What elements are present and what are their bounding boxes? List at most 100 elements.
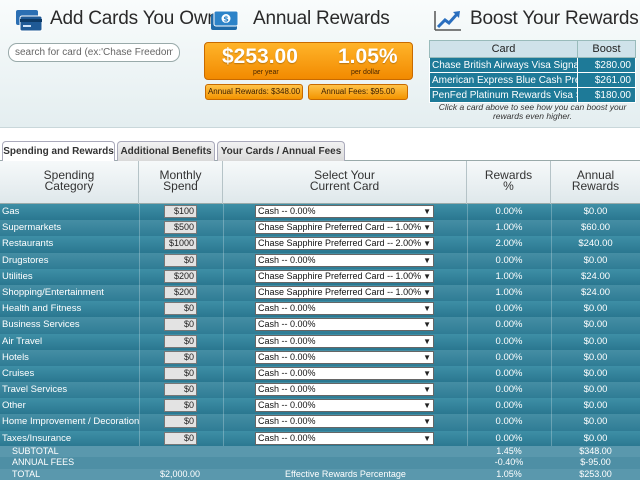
monthly-spend-input[interactable]: $0 xyxy=(164,350,197,364)
annual-rewards: $60.00 xyxy=(580,222,611,234)
boost-row[interactable]: Chase British Airways Visa Signature $28… xyxy=(429,57,636,73)
monthly-spend-input[interactable]: $1000 xyxy=(164,237,197,251)
tab-cards-fees[interactable]: Your Cards / Annual Fees xyxy=(217,141,345,161)
category-label: Drugstores xyxy=(2,254,49,266)
table-row: Shopping/Entertainment $200 Chase Sapphire… xyxy=(0,284,640,302)
rewards-pct: 0.00% xyxy=(495,400,523,412)
table-row: Taxes/Insurance $0 Cash -- 0.00% ▼ 0.00% $0.0… xyxy=(0,430,640,447)
monthly-spend-input[interactable]: $0 xyxy=(164,431,197,445)
monthly-spend-input[interactable]: $0 xyxy=(164,334,197,348)
annual-rewards: $240.00 xyxy=(578,238,613,250)
table-row: Hotels $0 Cash -- 0.00% ▼ 0.00% $0.00 xyxy=(0,349,640,366)
table-row: Other $0 Cash -- 0.00% ▼ 0.00% $0.00 xyxy=(0,398,640,415)
rewards-pct: 1.00% xyxy=(495,286,523,298)
chevron-down-icon: ▼ xyxy=(423,287,431,297)
card-select[interactable]: Cash -- 0.00% ▼ xyxy=(255,350,434,364)
category-label: Cruises xyxy=(2,367,35,379)
card-select[interactable]: Cash -- 0.00% ▼ xyxy=(255,318,434,332)
rewards-pct: 0.00% xyxy=(495,319,523,331)
col-rewards-line2: % xyxy=(503,179,514,193)
category-label: Business Services xyxy=(2,319,80,331)
boost-card-name[interactable]: Chase British Airways Visa Signature xyxy=(429,57,578,73)
chevron-down-icon: ▼ xyxy=(423,320,431,330)
card-select[interactable]: Cash -- 0.00% ▼ xyxy=(255,415,434,429)
total-spend: $2,000.00 xyxy=(160,468,201,479)
card-select-value: Cash -- 0.00% xyxy=(258,384,316,395)
monthly-spend-input[interactable]: $0 xyxy=(164,302,197,316)
card-select[interactable]: Cash -- 0.00% ▼ xyxy=(255,334,434,348)
card-select[interactable]: Chase Sapphire Preferred Card -- 1.00% ▼ xyxy=(255,221,434,235)
table-row: Restaurants $1000 Chase Sapphire Preferred… xyxy=(0,236,640,253)
card-select[interactable]: Chase Sapphire Preferred Card -- 1.00% ▼ xyxy=(255,285,434,299)
annual-rewards-badge: Annual Rewards: $348.00 xyxy=(205,84,303,100)
boost-amount[interactable]: $280.00 xyxy=(577,57,636,73)
monthly-spend-input[interactable]: $0 xyxy=(164,415,197,429)
annual-rewards: $0.00 xyxy=(583,254,608,266)
fees-label: ANNUAL FEES xyxy=(12,457,75,468)
fees-row: ANNUAL FEES -0.40% $-95.00 xyxy=(0,457,640,469)
monthly-spend-input[interactable]: $0 xyxy=(164,253,197,267)
tab-additional-benefits[interactable]: Additional Benefits xyxy=(117,141,215,161)
rewards-pct: 0.00% xyxy=(495,367,523,379)
table-row: Business Services $0 Cash -- 0.00% ▼ 0.00% $0… xyxy=(0,317,640,334)
annual-rewards: $24.00 xyxy=(580,286,611,298)
rewards-pct: 0.00% xyxy=(495,254,523,266)
tab-spending-rewards[interactable]: Spending and Rewards xyxy=(2,141,115,162)
monthly-spend-input[interactable]: $0 xyxy=(164,399,197,413)
table-row: Gas $100 Cash -- 0.00% ▼ 0.00% $0.00 xyxy=(0,204,640,221)
card-select[interactable]: Cash -- 0.00% ▼ xyxy=(255,253,434,267)
category-label: Health and Fitness xyxy=(2,303,82,315)
annual-rewards: $0.00 xyxy=(583,384,608,396)
card-select[interactable]: Cash -- 0.00% ▼ xyxy=(255,399,434,413)
monthly-spend-input[interactable]: $0 xyxy=(164,383,197,397)
card-select[interactable]: Cash -- 0.00% ▼ xyxy=(255,366,434,380)
category-label: Supermarkets xyxy=(2,222,62,234)
monthly-spend-input[interactable]: $100 xyxy=(164,205,197,218)
card-select[interactable]: Cash -- 0.00% ▼ xyxy=(255,205,434,218)
card-select[interactable]: Cash -- 0.00% ▼ xyxy=(255,431,434,445)
col-category-line2: Category xyxy=(44,179,94,193)
card-select-value: Cash -- 0.00% xyxy=(258,400,316,411)
rewards-pct: 0.00% xyxy=(495,384,523,396)
boost-panel: Boost Your Rewards Card Boost Chase Brit… xyxy=(425,0,640,128)
card-select-value: Cash -- 0.00% xyxy=(258,351,316,362)
chevron-down-icon: ▼ xyxy=(423,304,431,314)
rewards-pct: 0.00% xyxy=(495,432,523,444)
chevron-down-icon: ▼ xyxy=(423,223,431,233)
monthly-spend-input[interactable]: $0 xyxy=(164,318,197,332)
header: Add Cards You Own $ Annual Rewards $253.… xyxy=(0,0,640,128)
monthly-spend-input[interactable]: $0 xyxy=(164,366,197,380)
rewards-pct: 0.00% xyxy=(495,335,523,347)
boost-amount[interactable]: $261.00 xyxy=(577,72,636,88)
category-label: Gas xyxy=(2,206,20,217)
subtotal-pct: 1.45% xyxy=(496,446,522,456)
search-input[interactable] xyxy=(8,43,180,62)
annual-amount: $253.00 xyxy=(222,45,298,68)
rewards-rate-sub: per dollar xyxy=(351,69,381,76)
col-annual-line2: Rewards xyxy=(571,179,620,193)
boost-card-name[interactable]: PenFed Platinum Rewards Visa Signature xyxy=(429,87,578,103)
category-label: Air Travel xyxy=(2,335,43,347)
boost-row[interactable]: PenFed Platinum Rewards Visa Signature $… xyxy=(429,87,636,103)
card-select[interactable]: Cash -- 0.00% ▼ xyxy=(255,383,434,397)
monthly-spend-input[interactable]: $200 xyxy=(164,269,197,283)
boost-amount[interactable]: $180.00 xyxy=(577,87,636,103)
card-select[interactable]: Cash -- 0.00% ▼ xyxy=(255,302,434,316)
card-select[interactable]: Chase Sapphire Preferred Card -- 1.00% ▼ xyxy=(255,269,434,283)
rewards-pct: 0.00% xyxy=(495,416,523,428)
boost-row[interactable]: American Express Blue Cash Preferred $26… xyxy=(429,72,636,88)
category-label: Restaurants xyxy=(2,238,54,250)
chevron-down-icon: ▼ xyxy=(423,239,431,249)
annual-rewards: $0.00 xyxy=(583,319,608,331)
monthly-spend-input[interactable]: $200 xyxy=(164,285,197,299)
card-select[interactable]: Chase Sapphire Preferred Card -- 2.00% ▼ xyxy=(255,237,434,251)
trend-up-icon xyxy=(434,11,461,31)
table-header: Spending Category Monthly Spend Select Y… xyxy=(0,161,640,204)
annual-rewards: $0.00 xyxy=(583,432,608,444)
boost-card-name[interactable]: American Express Blue Cash Preferred xyxy=(429,72,578,88)
monthly-spend-input[interactable]: $500 xyxy=(164,221,197,235)
chevron-down-icon: ▼ xyxy=(423,255,431,265)
tab-bar: Spending and Rewards Additional Benefits… xyxy=(0,140,640,162)
table-row: Drugstores $0 Cash -- 0.00% ▼ 0.00% $0.00 xyxy=(0,252,640,269)
fees-pct: -0.40% xyxy=(494,457,524,468)
